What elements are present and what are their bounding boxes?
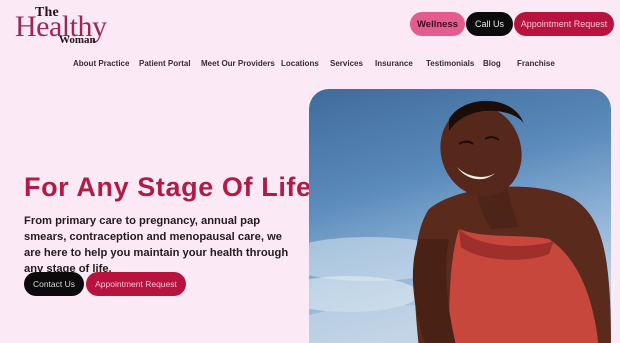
call-us-button[interactable]: Call Us [466,12,513,36]
nav-locations[interactable]: Locations [281,59,319,68]
nav-meet-our-providers[interactable]: Meet Our Providers [201,59,275,68]
nav-patient-portal[interactable]: Patient Portal [139,59,191,68]
appointment-request-button[interactable]: Appointment Request [86,272,186,296]
nav-blog[interactable]: Blog [483,59,501,68]
nav-services[interactable]: Services [330,59,363,68]
nav-testimonials[interactable]: Testimonials [426,59,474,68]
nav-about-practice[interactable]: About Practice [73,59,129,68]
woman-smiling-illustration [309,100,611,343]
contact-us-button[interactable]: Contact Us [24,272,84,296]
hero-subtext: From primary care to pregnancy, annual p… [24,215,289,275]
appointment-request-header-button[interactable]: Appointment Request [514,12,614,36]
hero-image [309,89,611,343]
nav-franchise[interactable]: Franchise [517,59,555,68]
wellness-button[interactable]: Wellness [410,12,465,36]
logo-line-3: Woman [59,34,96,46]
site-logo[interactable]: The Healthy Woman [15,5,119,46]
main-nav: About Practice Patient Portal Meet Our P… [0,59,620,71]
nav-insurance[interactable]: Insurance [375,59,413,68]
hero-headline: For Any Stage Of Life [24,172,312,202]
